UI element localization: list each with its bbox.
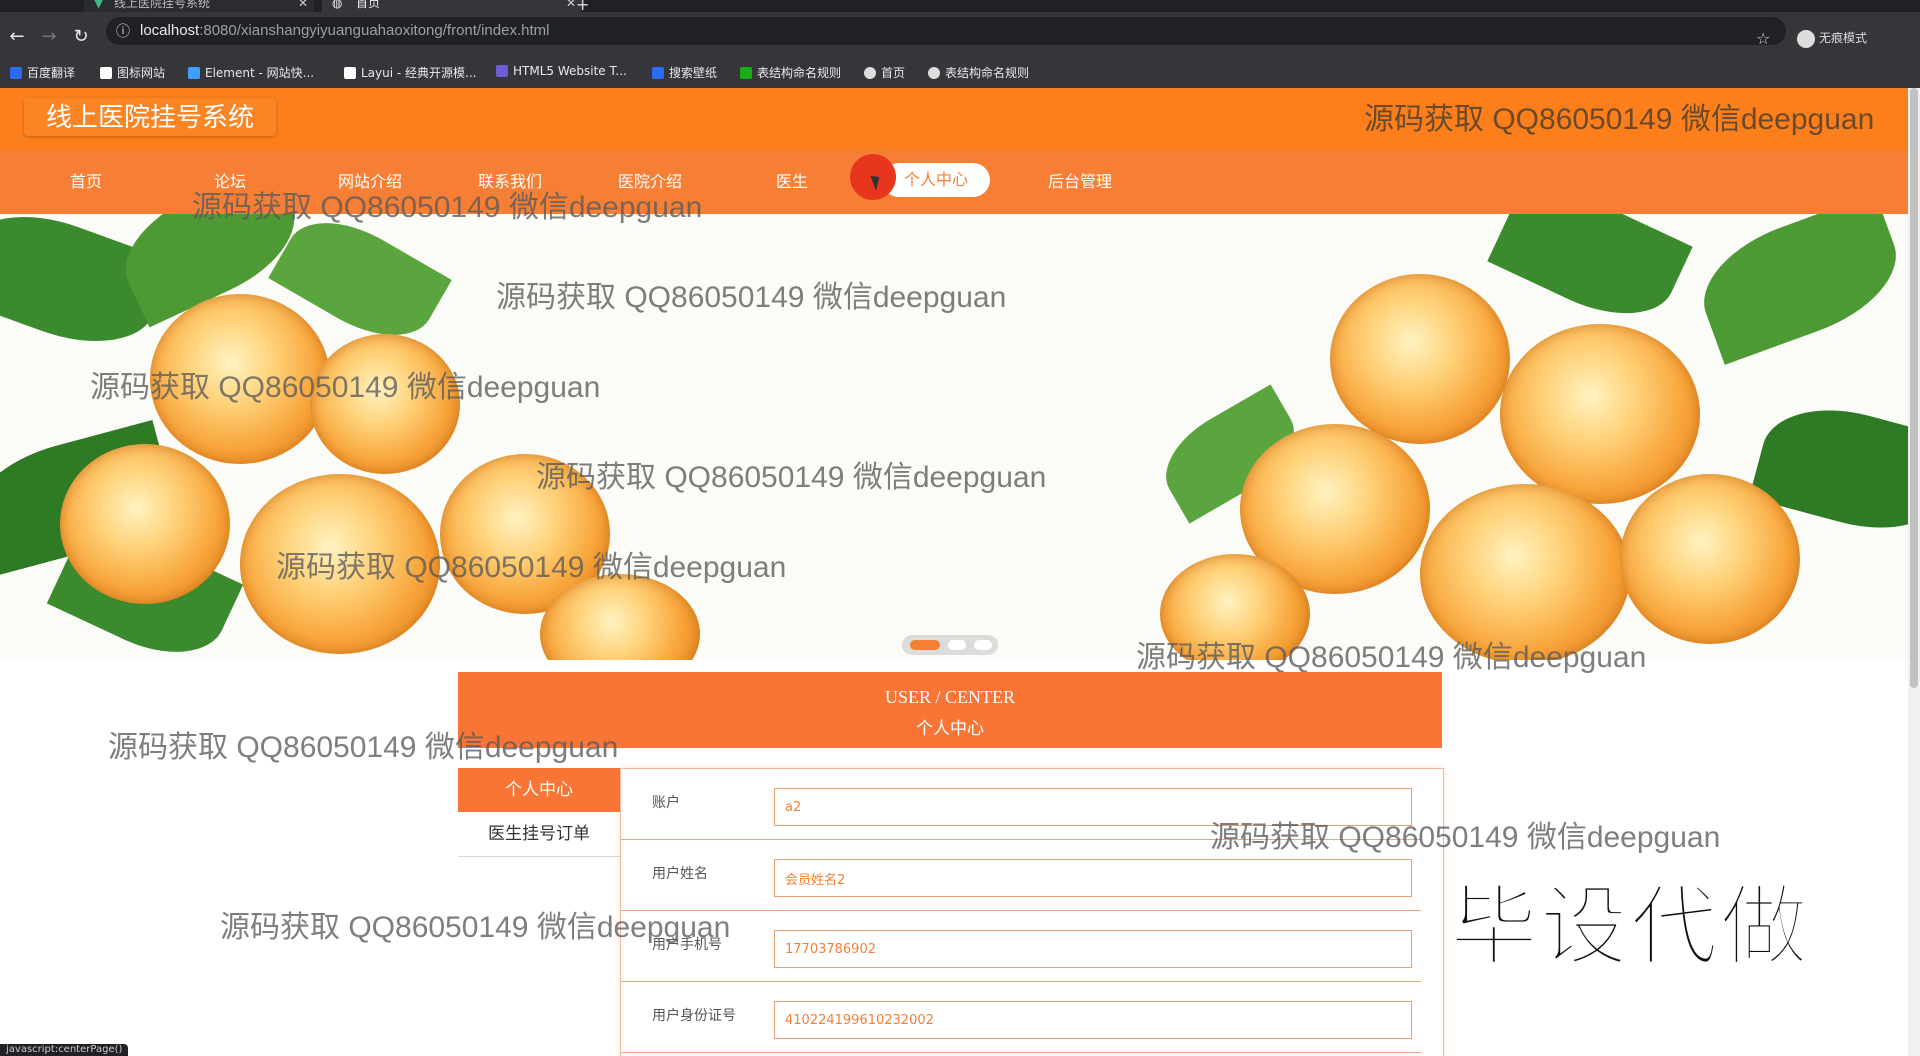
bookmark-label: Layui - 经典开源模... (361, 66, 477, 80)
address-bar[interactable]: ⓘ localhost:8080/xianshangyiyuanguahaoxi… (106, 17, 1786, 45)
name-field[interactable] (774, 859, 1412, 897)
bookmark-item[interactable]: 表结构命名规则 (740, 64, 841, 81)
browser-tab[interactable]: ▼ 线上医院挂号系统 ✕ (84, 0, 314, 12)
status-bar-url: javascript:centerPage() (0, 1044, 129, 1056)
forward-icon[interactable]: → (38, 26, 60, 47)
close-tab-icon[interactable]: ✕ (566, 0, 576, 12)
watermark: 源码获取 QQ86050149 微信deepguan (192, 191, 703, 224)
bookmark-item[interactable]: Layui - 经典开源模... (344, 64, 476, 81)
heading-en: USER / CENTER (884, 687, 1015, 707)
watermark: 源码获取 QQ86050149 微信deepguan (220, 911, 731, 944)
browser-tab-active[interactable]: ◍ 首页 ✕ (322, 0, 582, 12)
sidebar-item-user-center[interactable]: 个人中心 (458, 768, 620, 812)
incognito-label: 无痕模式 (1819, 31, 1868, 45)
tab-title: 首页 (356, 0, 381, 10)
flag-icon (100, 67, 112, 79)
carousel-dot-active[interactable] (910, 640, 940, 650)
page-viewport: 线上医院挂号系统 源码获取 QQ86050149 微信deepguan 首页 论… (0, 88, 1908, 1056)
watermark: 源码获取 QQ86050149 微信deepguan (1136, 641, 1647, 674)
bookmark-item[interactable]: HTML5 Website T... (496, 64, 627, 78)
nav-home[interactable]: 首页 (56, 150, 116, 214)
form-row-id-card: 用户身份证号 (621, 982, 1421, 1053)
page-scrollbar[interactable] (1908, 88, 1920, 1056)
leaf-decoration (1487, 214, 1693, 338)
site-info-icon[interactable]: ⓘ (116, 21, 130, 41)
watermark: 源码获取 QQ86050149 微信deepguan (496, 281, 1007, 314)
wallpaper-icon (652, 67, 664, 79)
bookmark-label: 百度翻译 (27, 66, 76, 80)
center-sidebar: 个人中心 医生挂号订单 (458, 768, 620, 857)
bookmark-item[interactable]: 图标网站 (100, 64, 165, 81)
rose-decoration (60, 444, 230, 604)
bookmarks-bar: 百度翻译 图标网站 Element - 网站快... Layui - 经典开源模… (0, 56, 1920, 88)
globe-icon (928, 67, 940, 79)
browser-toolbar: ← → ↻ ⓘ localhost:8080/xianshangyiyuangu… (0, 12, 1920, 62)
carousel-dot[interactable] (974, 640, 992, 650)
site-logo[interactable]: 线上医院挂号系统 (24, 98, 277, 136)
watermark: 源码获取 QQ86050149 微信deepguan (1364, 103, 1875, 136)
reload-icon[interactable]: ↻ (70, 26, 92, 47)
rose-decoration (1500, 324, 1700, 504)
incognito-indicator[interactable]: 无痕模式 (1797, 29, 1867, 48)
close-tab-icon[interactable]: ✕ (298, 0, 308, 12)
bookmark-item[interactable]: 搜索壁纸 (652, 64, 717, 81)
url-path: :8080/xianshangyiyuanguahaoxitong/front/… (199, 22, 550, 39)
bookmark-label: Element - 网站快... (205, 66, 315, 80)
layui-icon (344, 67, 356, 79)
vue-icon: ▼ (94, 0, 104, 10)
bookmark-label: 表结构命名规则 (757, 66, 842, 80)
phone-field[interactable] (774, 930, 1412, 968)
html5-icon (496, 65, 508, 77)
new-tab-button[interactable]: + (576, 0, 589, 12)
bookmark-label: 表结构命名规则 (945, 66, 1030, 80)
id-card-field[interactable] (774, 1001, 1412, 1039)
table-icon (740, 67, 752, 79)
leaf-decoration (1687, 214, 1908, 365)
site-header: 线上医院挂号系统 源码获取 QQ86050149 微信deepguan (0, 88, 1908, 150)
nav-user-center[interactable]: 个人中心 (882, 163, 990, 197)
url-text: localhost:8080/xianshangyiyuanguahaoxito… (140, 22, 549, 39)
globe-icon: ◍ (332, 0, 343, 10)
incognito-icon (1797, 29, 1815, 48)
bookmark-label: 搜索壁纸 (669, 66, 718, 80)
bookmark-item[interactable]: 表结构命名规则 (928, 64, 1029, 81)
field-label: 用户身份证号 (652, 1008, 736, 1024)
bookmark-icon (10, 67, 22, 79)
watermark: 源码获取 QQ86050149 微信deepguan (108, 731, 619, 764)
carousel-dot[interactable] (948, 640, 966, 650)
field-label: 账户 (652, 795, 680, 811)
nav-doctor[interactable]: 医生 (762, 150, 822, 214)
bookmark-item[interactable]: 首页 (864, 64, 905, 81)
sidebar-item-orders[interactable]: 医生挂号订单 (458, 812, 620, 857)
bookmark-item[interactable]: 百度翻译 (10, 64, 75, 81)
field-label: 用户姓名 (652, 866, 708, 882)
scrollbar-thumb[interactable] (1910, 88, 1918, 688)
bookmark-label: 首页 (881, 66, 906, 80)
watermark: 源码获取 QQ86050149 微信deepguan (1210, 821, 1721, 854)
tab-title: 线上医院挂号系统 (114, 0, 211, 10)
url-host: localhost (140, 22, 200, 39)
browser-tab-strip: ▼ 线上医院挂号系统 ✕ ◍ 首页 ✕ + (0, 0, 1920, 12)
bookmark-label: 图标网站 (117, 66, 166, 80)
rose-decoration (1620, 474, 1800, 644)
watermark: 源码获取 QQ86050149 微信deepguan (90, 371, 601, 404)
back-icon[interactable]: ← (6, 26, 28, 47)
bookmark-star-icon[interactable]: ☆ (1756, 29, 1770, 48)
overlay-ad-text: 毕设代做 (1449, 874, 1811, 979)
form-row-phone: 用户手机号 (621, 911, 1421, 982)
watermark: 源码获取 QQ86050149 微信deepguan (536, 461, 1047, 494)
element-icon (188, 67, 200, 79)
bookmark-label: HTML5 Website T... (513, 64, 627, 78)
carousel-indicators (902, 635, 998, 655)
nav-admin[interactable]: 后台管理 (1040, 150, 1120, 214)
rose-decoration (1330, 274, 1510, 444)
watermark: 源码获取 QQ86050149 微信deepguan (276, 551, 787, 584)
bookmark-item[interactable]: Element - 网站快... (188, 64, 314, 81)
globe-icon (864, 67, 876, 79)
